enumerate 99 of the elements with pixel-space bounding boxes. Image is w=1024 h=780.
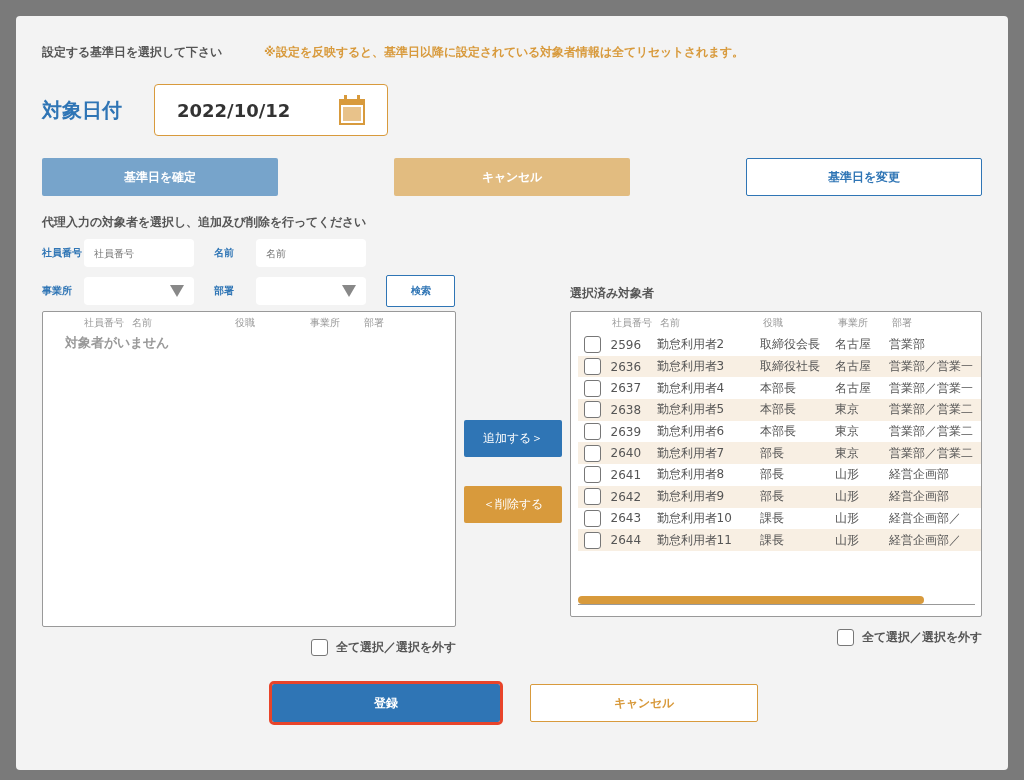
table-cell-text: 2638 bbox=[610, 402, 643, 417]
table-cell-text: 2636 bbox=[610, 359, 643, 374]
horizontal-scrollbar[interactable] bbox=[577, 596, 975, 605]
table-cell-text: 勤怠利用者11 bbox=[656, 531, 733, 549]
table-cell-text: 勤怠利用者6 bbox=[656, 423, 726, 441]
row-checkbox[interactable] bbox=[583, 401, 601, 419]
column-header: 部署 bbox=[364, 316, 385, 330]
table-cell-text: 勤怠利用者7 bbox=[656, 444, 726, 462]
column-header: 部署 bbox=[891, 316, 913, 330]
instruction-text: 設定する基準日を選択して下さい bbox=[42, 43, 222, 61]
selected-list-title: 選択済み対象者 bbox=[569, 284, 655, 302]
row-checkbox[interactable] bbox=[583, 336, 601, 354]
column-header: 社員番号 bbox=[611, 316, 653, 330]
table-cell-text: 本部長 bbox=[759, 423, 797, 441]
filter-dropdown[interactable] bbox=[84, 277, 194, 305]
dropdown-arrow-icon[interactable] bbox=[170, 285, 184, 297]
table-cell-text: 部長 bbox=[759, 444, 785, 462]
table-cell-text: 山形 bbox=[834, 531, 860, 549]
column-header: 名前 bbox=[132, 316, 153, 330]
move-button[interactable]: ＜削除する bbox=[463, 486, 562, 523]
row-checkbox[interactable] bbox=[583, 488, 601, 506]
table-cell-text: 営業部／営業一 bbox=[888, 379, 974, 397]
table-cell-text: 東京 bbox=[834, 401, 860, 419]
table-cell-text: 勤怠利用者5 bbox=[656, 401, 726, 419]
register-button[interactable]: 登録 bbox=[272, 684, 500, 722]
search-button[interactable]: 検索 bbox=[386, 275, 455, 307]
calendar-icon[interactable] bbox=[339, 95, 365, 125]
table-cell-text: 部長 bbox=[759, 488, 785, 506]
table-cell-text: 名古屋 bbox=[834, 379, 872, 397]
table-cell-text: 勤怠利用者9 bbox=[656, 488, 726, 506]
dropdown-arrow-icon[interactable] bbox=[342, 285, 356, 297]
table-cell-text: 課長 bbox=[759, 509, 785, 527]
filter-label: 社員番号 bbox=[42, 246, 83, 260]
table-cell-text: 経営企画部 bbox=[888, 466, 950, 484]
row-checkbox[interactable] bbox=[583, 509, 601, 527]
table-cell-text: 2642 bbox=[610, 489, 643, 504]
filter-field[interactable]: 社員番号 bbox=[84, 239, 194, 267]
select-all-checkbox[interactable] bbox=[837, 629, 854, 646]
column-header: 事業所 bbox=[837, 316, 869, 330]
column-header: 役職 bbox=[762, 316, 784, 330]
table-cell-text: 本部長 bbox=[759, 379, 797, 397]
table-cell-text: 営業部／営業二 bbox=[888, 401, 974, 419]
row-checkbox[interactable] bbox=[583, 423, 601, 441]
table-cell-text: 営業部／営業一 bbox=[888, 358, 974, 376]
row-checkbox[interactable] bbox=[583, 466, 601, 484]
filter-label: 部署 bbox=[214, 284, 235, 298]
selection-instruction: 代理入力の対象者を選択し、追加及び削除を行ってください bbox=[42, 214, 367, 231]
select-all-label: 全て選択／選択を外す bbox=[862, 629, 982, 646]
table-cell-text: 取締役社長 bbox=[759, 358, 821, 376]
table-cell-text: 2640 bbox=[610, 446, 643, 461]
table-cell-text: 勤怠利用者4 bbox=[656, 379, 726, 397]
filter-field[interactable]: 名前 bbox=[256, 239, 366, 267]
table-cell-text: 勤怠利用者2 bbox=[656, 336, 726, 354]
table-cell-text: 東京 bbox=[834, 423, 860, 441]
table-cell-text: 営業部 bbox=[888, 336, 926, 354]
date-action-button[interactable]: 基準日を変更 bbox=[746, 158, 982, 196]
table-cell-text: 勤怠利用者8 bbox=[656, 466, 726, 484]
table-cell-text: 2641 bbox=[610, 467, 643, 482]
table-cell-text: 山形 bbox=[834, 509, 860, 527]
table-cell-text: 取締役会長 bbox=[759, 336, 821, 354]
row-checkbox[interactable] bbox=[583, 379, 601, 397]
table-cell-text: 2644 bbox=[610, 533, 643, 548]
row-checkbox[interactable] bbox=[583, 531, 601, 549]
row-checkbox[interactable] bbox=[583, 444, 601, 462]
filter-dropdown[interactable] bbox=[256, 277, 366, 305]
empty-message: 対象者がいません bbox=[64, 334, 170, 352]
table-cell-text: 本部長 bbox=[759, 401, 797, 419]
table-cell-text: 経営企画部／ bbox=[888, 531, 962, 549]
table-cell-text: 東京 bbox=[834, 444, 860, 462]
column-header: 名前 bbox=[659, 316, 681, 330]
table-cell-text: 課長 bbox=[759, 531, 785, 549]
filter-label: 名前 bbox=[214, 246, 235, 260]
date-field[interactable]: 2022/10/12 bbox=[154, 84, 388, 136]
table-cell-text: 勤怠利用者10 bbox=[656, 509, 733, 527]
table-cell-text: 山形 bbox=[834, 466, 860, 484]
row-checkbox[interactable] bbox=[583, 358, 601, 376]
table-cell-text: 経営企画部 bbox=[888, 488, 950, 506]
table-cell-text: 経営企画部／ bbox=[888, 509, 962, 527]
filter-label: 事業所 bbox=[42, 284, 73, 298]
cancel-button[interactable]: キャンセル bbox=[530, 684, 758, 722]
column-header: 役職 bbox=[235, 316, 256, 330]
table-cell-text: 部長 bbox=[759, 466, 785, 484]
table-cell-text: 名古屋 bbox=[834, 358, 872, 376]
table-cell-text: 名古屋 bbox=[834, 336, 872, 354]
table-cell-text: 2596 bbox=[610, 337, 643, 352]
table-cell-text: 営業部／営業二 bbox=[888, 444, 974, 462]
move-button[interactable]: 追加する＞ bbox=[463, 420, 562, 457]
table-cell-text: 営業部／営業二 bbox=[888, 423, 974, 441]
table-cell-text: 2643 bbox=[610, 511, 643, 526]
select-all-checkbox[interactable] bbox=[311, 639, 328, 656]
table-cell-text: 勤怠利用者3 bbox=[656, 358, 726, 376]
column-header: 事業所 bbox=[310, 316, 341, 330]
warning-text: ※設定を反映すると、基準日以降に設定されている対象者情報は全てリセットされます。 bbox=[264, 43, 744, 61]
table-cell-text: 2639 bbox=[610, 424, 643, 439]
select-all-label: 全て選択／選択を外す bbox=[336, 639, 456, 656]
table-cell-text: 2637 bbox=[610, 381, 643, 396]
column-header: 社員番号 bbox=[84, 316, 125, 330]
table-cell-text: 山形 bbox=[834, 488, 860, 506]
date-label: 対象日付 bbox=[42, 96, 122, 124]
